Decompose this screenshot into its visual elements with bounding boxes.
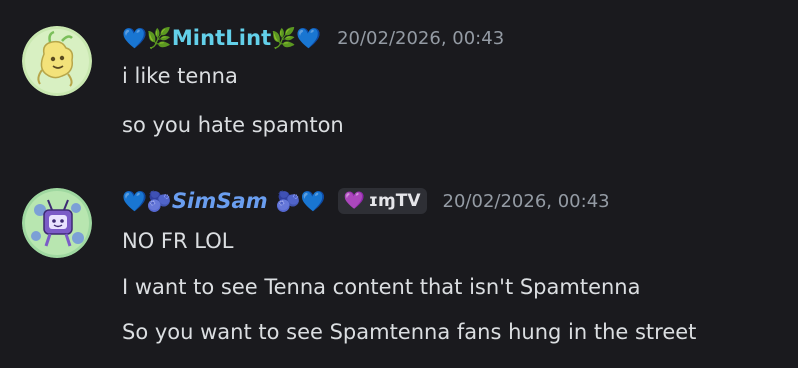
simsam-avatar-image <box>22 188 92 258</box>
message-text: so you hate spamton <box>122 113 344 137</box>
message-text: NO FR LOL <box>122 229 234 253</box>
username-suffix-emoji: 🌿💙 <box>271 26 322 50</box>
username-prefix-emoji: 💙🌿 <box>122 26 172 50</box>
mintlint-avatar-image <box>22 26 92 96</box>
heart-icon: 💜 <box>343 191 365 211</box>
username-prefix-emoji: 💙🫐 <box>122 189 172 213</box>
role-tag[interactable]: 💜 ɪɱTV <box>337 188 427 214</box>
timestamp[interactable]: 20/02/2026, 00:43 <box>443 191 610 212</box>
message-text: So you want to see Spamtenna fans hung i… <box>122 320 697 344</box>
message-group-simsam: 💙🫐 SimSam 🫐💙 💜 ɪɱTV 20/02/2026, 00:43 NO… <box>0 166 798 368</box>
message-text: I want to see Tenna content that isn't S… <box>122 275 641 299</box>
avatar[interactable] <box>22 188 92 258</box>
username[interactable]: MintLint <box>172 26 271 50</box>
message-header: 💙🌿 MintLint 🌿💙 20/02/2026, 00:43 <box>122 23 504 53</box>
message-group-mintlint: 💙🌿 MintLint 🌿💙 20/02/2026, 00:43 i like … <box>0 0 798 160</box>
timestamp[interactable]: 20/02/2026, 00:43 <box>337 28 504 49</box>
username[interactable]: SimSam <box>172 189 268 213</box>
role-tag-label: ɪɱTV <box>368 191 421 211</box>
avatar[interactable] <box>22 26 92 96</box>
message-text: i like tenna <box>122 64 238 88</box>
username-suffix-emoji: 🫐💙 <box>275 189 326 213</box>
message-header: 💙🫐 SimSam 🫐💙 💜 ɪɱTV 20/02/2026, 00:43 <box>122 186 610 216</box>
